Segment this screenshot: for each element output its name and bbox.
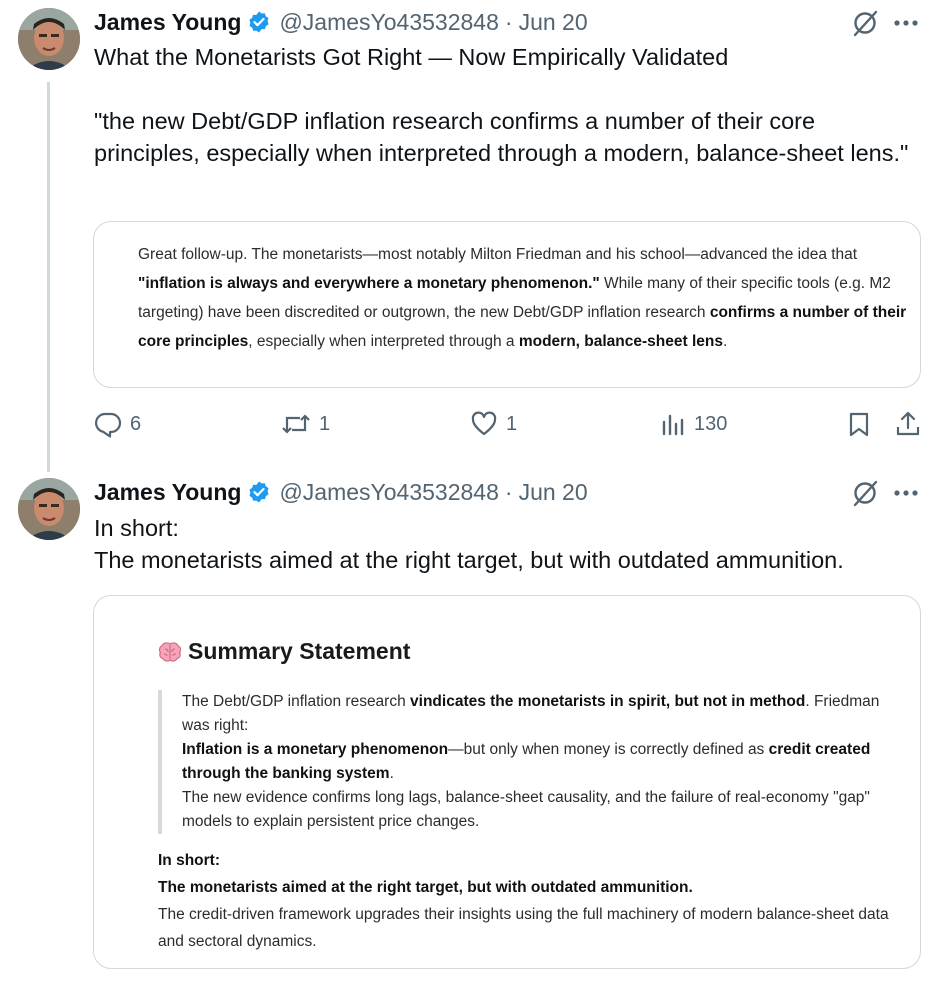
- author-handle[interactable]: @JamesYo43532848: [279, 479, 498, 506]
- tweet-text-line: In short:: [94, 515, 179, 541]
- repost-button[interactable]: 1: [281, 404, 330, 444]
- verified-badge-icon[interactable]: [247, 10, 271, 34]
- card-text-span: .: [722, 333, 728, 350]
- share-icon: [896, 411, 920, 436]
- tweet-2[interactable]: James Young @JamesYo43532848 · Jun 20 In…: [0, 470, 934, 986]
- tweet-date[interactable]: Jun 20: [519, 479, 588, 506]
- tweet-header: James Young @JamesYo43532848 · Jun 20: [94, 7, 588, 37]
- thread-line: [47, 82, 50, 472]
- quote-text-span: The Debt/GDP inflation research: [182, 693, 411, 710]
- repost-icon: [282, 414, 310, 434]
- separator-dot: ·: [504, 8, 513, 35]
- author-name[interactable]: James Young: [94, 479, 241, 506]
- conclusion-bold-line: The monetarists aimed at the right targe…: [158, 874, 918, 901]
- quote-line: Inflation is a monetary phenomenon—but o…: [182, 738, 898, 786]
- like-count: 1: [506, 412, 518, 435]
- tweet-date[interactable]: Jun 20: [519, 9, 588, 36]
- avatar[interactable]: [18, 8, 80, 70]
- in-short-label: In short:: [158, 847, 918, 874]
- in-short-text: In short:: [158, 852, 220, 869]
- views-count: 130: [694, 412, 728, 435]
- more-icon[interactable]: [890, 478, 922, 508]
- quote-line: The new evidence confirms long lags, bal…: [182, 789, 870, 830]
- brain-emoji-icon: [158, 641, 182, 663]
- reply-button[interactable]: 6: [94, 404, 141, 444]
- summary-blockquote: The Debt/GDP inflation research vindicat…: [158, 690, 898, 834]
- tweet-text-line: "the new Debt/GDP inflation research con…: [94, 108, 909, 166]
- reply-icon: [94, 412, 122, 438]
- tweet-1[interactable]: James Young @JamesYo43532848 · Jun 20 Wh…: [0, 0, 934, 472]
- share-button[interactable]: [894, 404, 922, 444]
- conclusion-last-line: The credit-driven framework upgrades the…: [158, 906, 889, 950]
- avatar-photo: [18, 478, 80, 540]
- action-bar: 6 1 1 130: [94, 404, 924, 444]
- card-text: Great follow-up. The monetarists—most no…: [138, 240, 913, 356]
- bookmark-button[interactable]: [846, 404, 872, 444]
- more-icon[interactable]: [890, 8, 922, 38]
- card-bold-span: "inflation is always and everywhere a mo…: [138, 275, 600, 292]
- verified-badge-icon[interactable]: [247, 480, 271, 504]
- tweet-header: James Young @JamesYo43532848 · Jun 20: [94, 477, 588, 507]
- card-text-span: Great follow-up. The monetarists—most no…: [138, 246, 858, 263]
- quote-bold-span: vindicates the monetarists in spirit, bu…: [410, 693, 806, 710]
- views-button[interactable]: 130: [660, 404, 727, 444]
- grok-icon[interactable]: [850, 8, 880, 38]
- avatar[interactable]: [18, 478, 80, 540]
- tweet-text-line: What the Monetarists Got Right — Now Emp…: [94, 44, 729, 70]
- summary-title: Summary Statement: [158, 638, 410, 665]
- views-icon: [662, 414, 684, 436]
- separator-dot: ·: [504, 478, 513, 505]
- bookmark-icon: [849, 412, 869, 437]
- avatar-photo: [18, 8, 80, 70]
- repost-count: 1: [319, 412, 331, 435]
- quote-card[interactable]: Great follow-up. The monetarists—most no…: [93, 221, 921, 388]
- author-name[interactable]: James Young: [94, 9, 241, 36]
- summary-conclusion: In short: The monetarists aimed at the r…: [158, 847, 918, 955]
- tweet-text: What the Monetarists Got Right — Now Emp…: [94, 41, 914, 169]
- quote-text-span: —but only when money is correctly define…: [448, 741, 769, 758]
- tweet-text-line: The monetarists aimed at the right targe…: [94, 547, 844, 573]
- quote-line: The Debt/GDP inflation research vindicat…: [182, 690, 898, 738]
- summary-card[interactable]: Summary Statement The Debt/GDP inflation…: [93, 595, 921, 969]
- summary-title-text: Summary Statement: [188, 638, 411, 664]
- like-button[interactable]: 1: [470, 404, 517, 444]
- like-icon: [471, 411, 497, 436]
- quote-bold-span: Inflation is a monetary phenomenon: [182, 741, 449, 758]
- reply-count: 6: [130, 412, 142, 435]
- quote-text-span: .: [389, 765, 394, 782]
- conclusion-bold-text: The monetarists aimed at the right targe…: [158, 879, 693, 896]
- card-text-span: , especially when interpreted through a: [248, 333, 519, 350]
- tweet-text: In short: The monetarists aimed at the r…: [94, 512, 914, 576]
- author-handle[interactable]: @JamesYo43532848: [279, 9, 498, 36]
- card-bold-span: modern, balance-sheet lens: [518, 333, 723, 350]
- grok-icon[interactable]: [850, 478, 880, 508]
